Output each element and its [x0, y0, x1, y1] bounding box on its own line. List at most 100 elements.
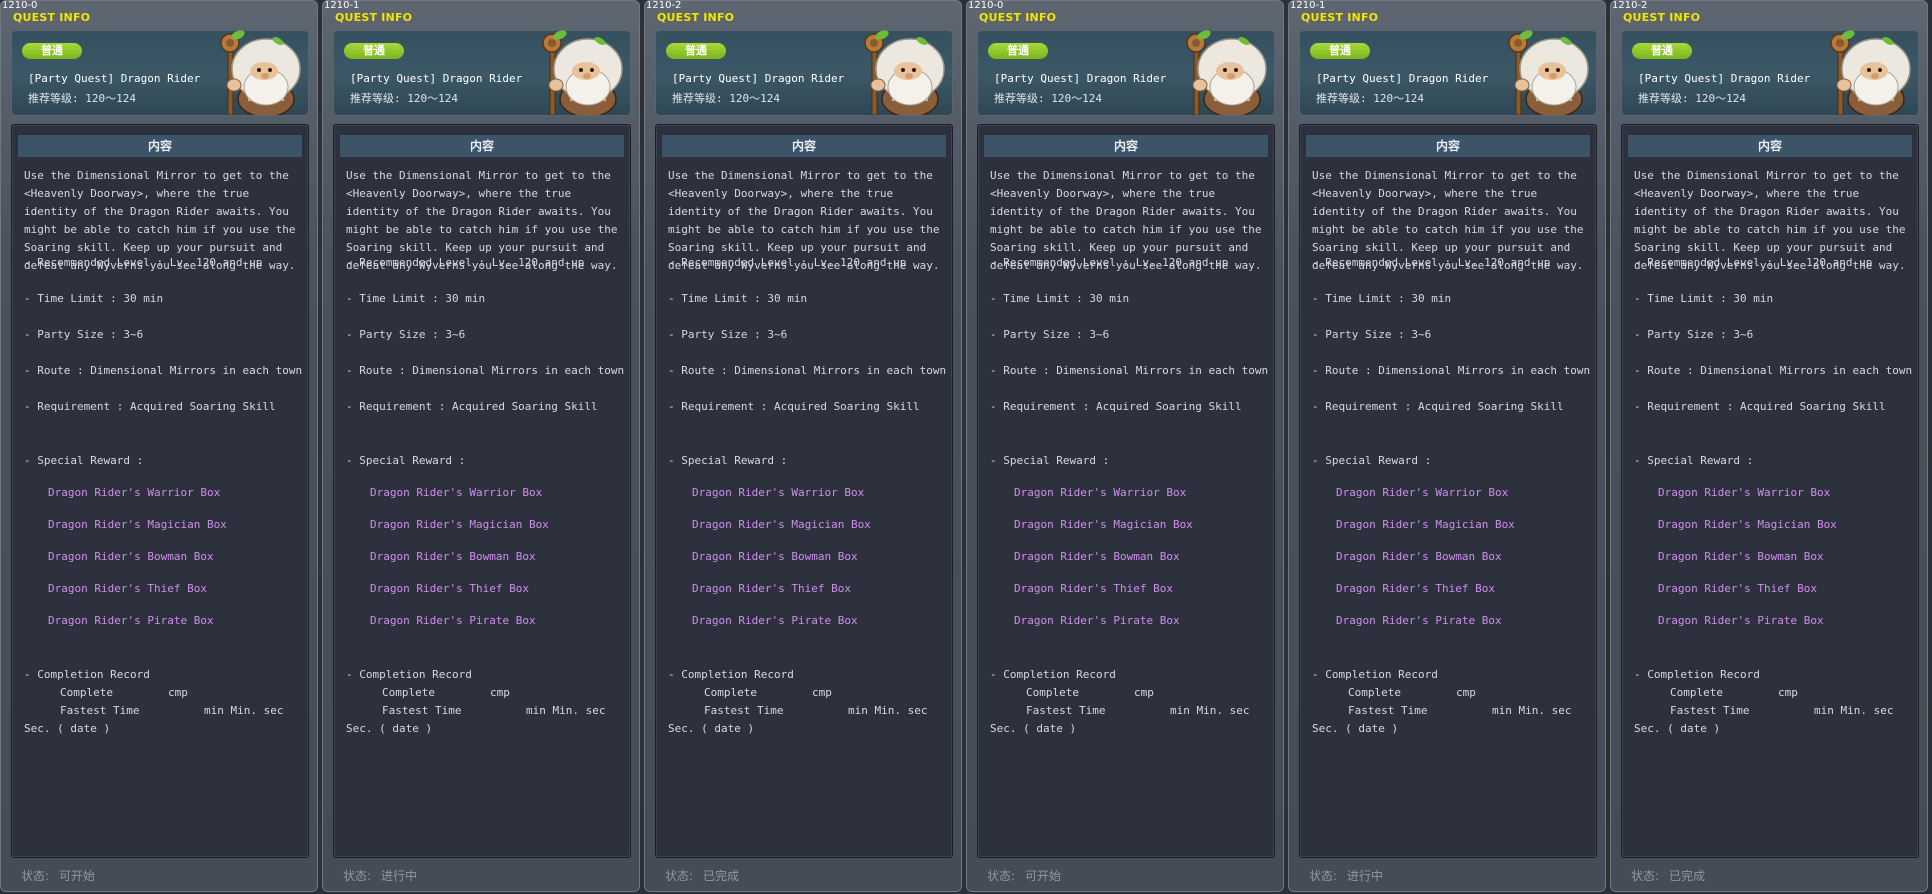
reward-thief-box[interactable]: Dragon Rider's Thief Box — [1336, 582, 1495, 595]
fastest-time-label: Fastest Time — [1026, 704, 1106, 717]
reward-pirate-box[interactable]: Dragon Rider's Pirate Box — [48, 614, 214, 627]
reward-magician-box[interactable]: Dragon Rider's Magician Box — [48, 518, 227, 531]
content-section-header: 内容 — [984, 135, 1268, 157]
info-time-limit: - Time Limit : 30 min — [1634, 292, 1774, 305]
completion-count-unit: cmp — [1778, 686, 1798, 699]
fastest-time-date: Sec. ( date ) — [1634, 722, 1721, 735]
reward-magician-box[interactable]: Dragon Rider's Magician Box — [370, 518, 549, 531]
status-value: 可开始 — [1025, 869, 1062, 883]
info-requirement: - Requirement : Acquired Soaring Skill — [990, 400, 1242, 413]
info-party-size: - Party Size : 3~6 — [1634, 328, 1754, 341]
reward-pirate-box[interactable]: Dragon Rider's Pirate Box — [1658, 614, 1824, 627]
quest-header: 普通 [Party Quest] Dragon Rider 推荐等级: 120～… — [1299, 30, 1597, 116]
reward-pirate-box[interactable]: Dragon Rider's Pirate Box — [1336, 614, 1502, 627]
info-route: - Route : Dimensional Mirrors in each to… — [668, 364, 947, 377]
completion-record-title: - Completion Record — [24, 668, 150, 681]
reward-pirate-box[interactable]: Dragon Rider's Pirate Box — [1014, 614, 1180, 627]
info-time-limit: - Time Limit : 30 min — [24, 292, 164, 305]
fastest-time-label: Fastest Time — [1348, 704, 1428, 717]
info-route: - Route : Dimensional Mirrors in each to… — [990, 364, 1269, 377]
reward-thief-box[interactable]: Dragon Rider's Thief Box — [48, 582, 207, 595]
fastest-time-label: Fastest Time — [382, 704, 462, 717]
reward-magician-box[interactable]: Dragon Rider's Magician Box — [692, 518, 871, 531]
reward-warrior-box[interactable]: Dragon Rider's Warrior Box — [48, 486, 220, 499]
info-time-limit: - Time Limit : 30 min — [990, 292, 1130, 305]
reward-warrior-box[interactable]: Dragon Rider's Warrior Box — [1014, 486, 1186, 499]
recommended-level-range: 推荐等级: 120～124 — [1316, 92, 1424, 105]
reward-bowman-box[interactable]: Dragon Rider's Bowman Box — [48, 550, 214, 563]
fastest-time-date: Sec. ( date ) — [24, 722, 111, 735]
info-route: - Route : Dimensional Mirrors in each to… — [1312, 364, 1591, 377]
fastest-time-units: min Min. sec — [1492, 704, 1572, 717]
quest-content-box: 内容 Use the Dimensional Mirror to get to … — [11, 124, 309, 858]
quest-content-box: 内容 Use the Dimensional Mirror to get to … — [977, 124, 1275, 858]
info-recommended-level: - Recommended Level : Lv. 120 and up — [668, 256, 907, 269]
info-special-reward: - Special Reward : — [1312, 454, 1432, 467]
reward-warrior-box[interactable]: Dragon Rider's Warrior Box — [370, 486, 542, 499]
content-section-header: 内容 — [18, 135, 302, 157]
reward-bowman-box[interactable]: Dragon Rider's Bowman Box — [1336, 550, 1502, 563]
reward-magician-box[interactable]: Dragon Rider's Magician Box — [1658, 518, 1837, 531]
difficulty-badge: 普通 — [666, 43, 726, 59]
reward-thief-box[interactable]: Dragon Rider's Thief Box — [692, 582, 851, 595]
fastest-time-date: Sec. ( date ) — [668, 722, 755, 735]
recommended-level-range: 推荐等级: 120～124 — [350, 92, 458, 105]
reward-pirate-box[interactable]: Dragon Rider's Pirate Box — [692, 614, 858, 627]
completion-count-label: Complete — [704, 686, 757, 699]
quest-header: 普通 [Party Quest] Dragon Rider 推荐等级: 120～… — [977, 30, 1275, 116]
fastest-time-date: Sec. ( date ) — [1312, 722, 1399, 735]
info-recommended-level: - Recommended Level : Lv. 120 and up — [1312, 256, 1551, 269]
reward-pirate-box[interactable]: Dragon Rider's Pirate Box — [370, 614, 536, 627]
info-requirement: - Requirement : Acquired Soaring Skill — [1634, 400, 1886, 413]
quest-name: [Party Quest] Dragon Rider — [1316, 72, 1489, 85]
npc-sage-icon — [1830, 30, 1911, 115]
quest-content-box: 内容 Use the Dimensional Mirror to get to … — [655, 124, 953, 858]
info-party-size: - Party Size : 3~6 — [990, 328, 1110, 341]
recommended-level-range: 推荐等级: 120～124 — [28, 92, 136, 105]
reward-thief-box[interactable]: Dragon Rider's Thief Box — [1014, 582, 1173, 595]
reward-magician-box[interactable]: Dragon Rider's Magician Box — [1014, 518, 1193, 531]
status-label: 状态: — [1631, 869, 1660, 883]
status-label: 状态: — [21, 869, 50, 883]
info-special-reward: - Special Reward : — [668, 454, 788, 467]
npc-sage-icon — [542, 30, 623, 115]
status-value: 进行中 — [1347, 869, 1384, 883]
quest-info-panel: 1210-1 QUEST INFO 普通 [Party Quest] Drago… — [322, 0, 640, 892]
info-recommended-level: - Recommended Level : Lv. 120 and up — [346, 256, 585, 269]
completion-count-label: Complete — [1026, 686, 1079, 699]
quest-status: 状态: 已完成 — [1631, 867, 1705, 884]
quest-status: 状态: 进行中 — [1309, 867, 1383, 884]
npc-sage-icon — [1508, 30, 1589, 115]
panel-title: QUEST INFO — [1623, 11, 1701, 24]
quest-info-panel: 1210-0 QUEST INFO 普通 [Party Quest] Drago… — [966, 0, 1284, 892]
completion-record-title: - Completion Record — [990, 668, 1116, 681]
reward-thief-box[interactable]: Dragon Rider's Thief Box — [1658, 582, 1817, 595]
completion-count-unit: cmp — [1134, 686, 1154, 699]
fastest-time-units: min Min. sec — [1814, 704, 1894, 717]
reward-magician-box[interactable]: Dragon Rider's Magician Box — [1336, 518, 1515, 531]
info-requirement: - Requirement : Acquired Soaring Skill — [668, 400, 920, 413]
fastest-time-label: Fastest Time — [60, 704, 140, 717]
quest-content-box: 内容 Use the Dimensional Mirror to get to … — [1621, 124, 1919, 858]
reward-warrior-box[interactable]: Dragon Rider's Warrior Box — [1336, 486, 1508, 499]
reward-warrior-box[interactable]: Dragon Rider's Warrior Box — [692, 486, 864, 499]
quest-info-panel: 1210-2 QUEST INFO 普通 [Party Quest] Drago… — [1610, 0, 1928, 892]
quest-status: 状态: 可开始 — [21, 867, 95, 884]
quest-name: [Party Quest] Dragon Rider — [1638, 72, 1811, 85]
info-party-size: - Party Size : 3~6 — [24, 328, 144, 341]
reward-bowman-box[interactable]: Dragon Rider's Bowman Box — [1014, 550, 1180, 563]
quest-name: [Party Quest] Dragon Rider — [672, 72, 845, 85]
reward-bowman-box[interactable]: Dragon Rider's Bowman Box — [370, 550, 536, 563]
info-requirement: - Requirement : Acquired Soaring Skill — [1312, 400, 1564, 413]
reward-bowman-box[interactable]: Dragon Rider's Bowman Box — [692, 550, 858, 563]
reward-thief-box[interactable]: Dragon Rider's Thief Box — [370, 582, 529, 595]
info-route: - Route : Dimensional Mirrors in each to… — [24, 364, 303, 377]
status-label: 状态: — [987, 869, 1016, 883]
status-value: 进行中 — [381, 869, 418, 883]
status-label: 状态: — [343, 869, 372, 883]
reward-bowman-box[interactable]: Dragon Rider's Bowman Box — [1658, 550, 1824, 563]
content-section-header: 内容 — [1306, 135, 1590, 157]
quest-name: [Party Quest] Dragon Rider — [994, 72, 1167, 85]
completion-count-label: Complete — [60, 686, 113, 699]
reward-warrior-box[interactable]: Dragon Rider's Warrior Box — [1658, 486, 1830, 499]
